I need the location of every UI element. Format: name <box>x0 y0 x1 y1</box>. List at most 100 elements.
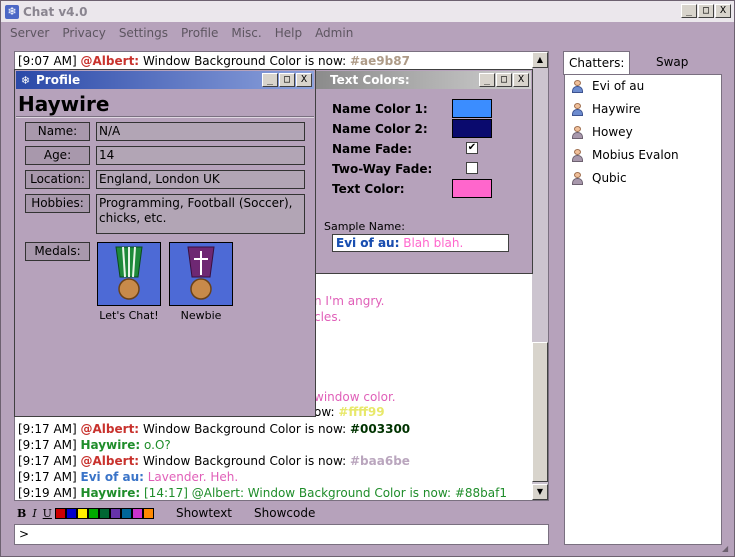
profile-age-value: 14 <box>96 146 305 165</box>
chat-line: [9:17 AM] @Albert: Window Background Col… <box>18 454 410 468</box>
minimize-button[interactable]: _ <box>479 73 495 87</box>
italic-button[interactable]: I <box>32 507 36 520</box>
chatter-name: Haywire <box>592 102 641 116</box>
chatter-name: Howey <box>592 125 633 139</box>
color-swatch[interactable] <box>109 507 121 519</box>
scroll-up-button[interactable]: ▲ <box>532 52 548 68</box>
sample-text: Blah blah. <box>403 236 464 250</box>
title-bar[interactable]: ❄ Chat v4.0 _ □ X <box>1 1 734 22</box>
timestamp: [9:17 AM] <box>18 470 77 484</box>
showtext-button[interactable]: Showtext <box>176 506 232 520</box>
chat-message: ow: <box>314 405 335 419</box>
chat-line: n I'm angry. <box>314 294 384 308</box>
text-colors-titlebar[interactable]: Text Colors: _ □ X <box>312 71 531 89</box>
profile-window: ❄ Profile _ □ X Haywire Name: N/A Age: 1… <box>14 69 316 417</box>
color-swatch[interactable] <box>54 507 66 519</box>
chat-message: Window Background Color is now: <box>142 54 347 68</box>
underline-button[interactable]: U <box>43 507 52 520</box>
name-color1-swatch[interactable] <box>452 99 492 118</box>
name-fade-checkbox[interactable]: ✔ <box>466 142 478 154</box>
chatter-item[interactable]: Evi of au <box>571 79 644 93</box>
color-swatch[interactable] <box>87 507 99 519</box>
color-swatch[interactable] <box>120 507 132 519</box>
maximize-button[interactable]: □ <box>279 73 295 87</box>
chat-username[interactable]: Haywire: <box>81 438 141 452</box>
medal-lets-chat[interactable] <box>97 242 161 306</box>
chat-message: o.O? <box>144 438 171 452</box>
menu-profile[interactable]: Profile <box>181 26 218 40</box>
chat-username[interactable]: @Albert: <box>81 54 140 68</box>
chatter-name: Mobius Evalon <box>592 148 679 162</box>
tab-chatters[interactable]: Chatters: <box>563 51 631 75</box>
resize-grip-icon[interactable]: ◢ <box>722 544 732 554</box>
chatter-item[interactable]: Qubic <box>571 171 627 185</box>
two-way-fade-checkbox[interactable] <box>466 162 478 174</box>
chat-message: cles. <box>314 310 342 324</box>
profile-titlebar[interactable]: ❄ Profile _ □ X <box>16 71 314 89</box>
menu-server[interactable]: Server <box>10 26 49 40</box>
medal-newbie[interactable] <box>169 242 233 306</box>
medal-caption: Newbie <box>180 309 222 322</box>
chat-color-code: #ffff99 <box>338 405 385 419</box>
profile-age-label: Age: <box>25 146 90 165</box>
user-icon <box>571 125 584 139</box>
chat-username[interactable]: Evi of au: <box>81 470 144 484</box>
close-button[interactable]: X <box>715 4 731 18</box>
color-swatch[interactable] <box>131 507 143 519</box>
name-color2-swatch[interactable] <box>452 119 492 138</box>
name-color1-label: Name Color 1: <box>332 102 428 116</box>
bold-button[interactable]: B <box>17 507 26 520</box>
chat-username[interactable]: Haywire: <box>81 486 141 500</box>
close-button[interactable]: X <box>513 73 529 87</box>
menu-misc[interactable]: Misc. <box>231 26 261 40</box>
chatter-item[interactable]: Howey <box>571 125 633 139</box>
menu-settings[interactable]: Settings <box>119 26 168 40</box>
maximize-button[interactable]: □ <box>496 73 512 87</box>
menu-privacy[interactable]: Privacy <box>62 26 105 40</box>
window-title: Chat v4.0 <box>23 4 88 19</box>
menu-admin[interactable]: Admin <box>315 26 353 40</box>
chat-scrollbar[interactable]: ▲ ▼ <box>532 52 548 500</box>
chat-username[interactable]: @Albert: <box>81 454 140 468</box>
pane-tabs: Chatters: Swap Panes <box>563 51 723 91</box>
color-swatch[interactable] <box>142 507 154 519</box>
scroll-thumb[interactable] <box>532 342 548 482</box>
profile-medals-label: Medals: <box>25 242 90 261</box>
chat-color-code: #baa6be <box>350 454 410 468</box>
swap-panes-button[interactable]: Swap Panes <box>651 51 723 91</box>
profile-hobbies-label: Hobbies: <box>25 194 90 213</box>
name-fade-label: Name Fade: <box>332 142 413 156</box>
user-icon <box>571 102 584 116</box>
green-medal-icon <box>115 246 143 300</box>
scroll-down-button[interactable]: ▼ <box>532 484 548 500</box>
color-swatch[interactable] <box>98 507 110 519</box>
profile-location-value: England, London UK <box>96 170 305 189</box>
profile-name-value: N/A <box>96 122 305 141</box>
chatters-list: Evi of au Haywire Howey Mobius Evalon Qu… <box>564 74 722 545</box>
timestamp: [9:19 AM] <box>18 486 77 500</box>
chat-username[interactable]: @Albert: <box>81 422 140 436</box>
minimize-button[interactable]: _ <box>262 73 278 87</box>
text-color-swatch[interactable] <box>452 179 492 198</box>
chat-message: Window Background Color is now: <box>142 422 347 436</box>
menu-help[interactable]: Help <box>275 26 302 40</box>
profile-name-label: Name: <box>25 122 90 141</box>
format-toolbar: B I U Showtext Showcode <box>14 504 549 522</box>
profile-location-label: Location: <box>25 170 90 189</box>
chat-line: [9:07 AM] @Albert: Window Background Col… <box>18 54 410 68</box>
profile-username: Haywire <box>18 92 110 116</box>
color-swatch[interactable] <box>76 507 88 519</box>
chatter-item[interactable]: Haywire <box>571 102 641 116</box>
medal-caption: Let's Chat! <box>99 309 159 322</box>
minimize-button[interactable]: _ <box>681 4 697 18</box>
chatter-item[interactable]: Mobius Evalon <box>571 148 679 162</box>
message-input[interactable]: > <box>14 524 549 545</box>
chat-line: cles. <box>314 310 341 324</box>
chat-window: ❄ Chat v4.0 _ □ X Server Privacy Setting… <box>0 0 735 557</box>
close-button[interactable]: X <box>296 73 312 87</box>
showcode-button[interactable]: Showcode <box>254 506 315 520</box>
chat-line: [9:17 AM] Haywire: o.O? <box>18 438 171 452</box>
chat-line: [9:19 AM] Haywire: [14:17] @Albert: Wind… <box>18 486 507 500</box>
color-swatch[interactable] <box>65 507 77 519</box>
maximize-button[interactable]: □ <box>698 4 714 18</box>
